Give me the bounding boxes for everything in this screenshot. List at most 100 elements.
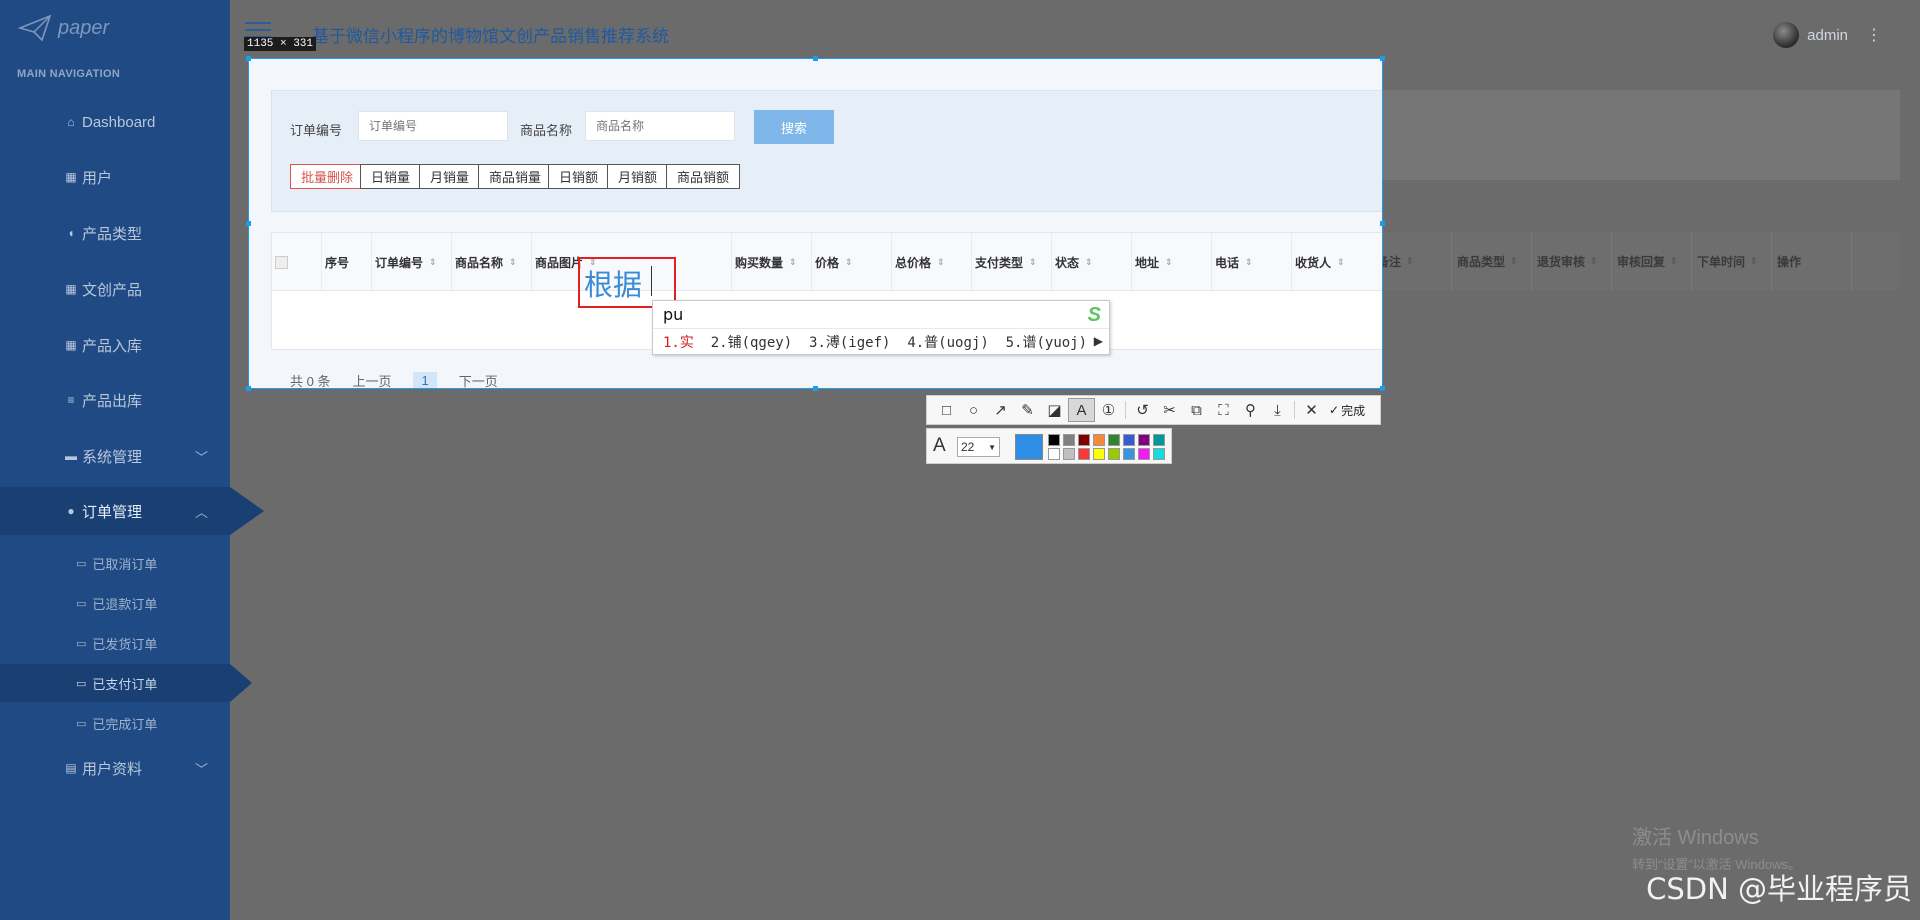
search-button[interactable]: 搜索: [754, 110, 834, 144]
sidebar-item-stock-out[interactable]: ≡ 产品出库: [0, 376, 230, 424]
table-header-cell[interactable]: 总价格 ⇕: [892, 233, 972, 291]
current-color-swatch[interactable]: [1015, 434, 1043, 460]
sidebar-item-product-type[interactable]: ◖ 产品类型: [0, 209, 230, 257]
resize-handle[interactable]: [246, 56, 251, 61]
resize-handle[interactable]: [1380, 56, 1385, 61]
table-header-cell[interactable]: 地址 ⇕: [1132, 233, 1212, 291]
ellipse-icon[interactable]: ○: [960, 398, 987, 422]
pencil-icon[interactable]: ✎: [1014, 398, 1041, 422]
ime-candidate[interactable]: 1.实: [663, 335, 694, 351]
ime-candidate[interactable]: 2.铺(qgey): [711, 335, 792, 351]
table-header-cell[interactable]: 购买数量 ⇕: [732, 233, 812, 291]
color-swatch[interactable]: [1153, 434, 1165, 446]
color-swatch[interactable]: [1123, 434, 1135, 446]
daily-sales-volume-button[interactable]: 日销量: [360, 164, 422, 189]
undo-icon[interactable]: ↺: [1129, 398, 1156, 422]
sidebar-item-label: 产品类型: [82, 225, 143, 243]
table-header-cell[interactable]: 商品名称 ⇕: [452, 233, 532, 291]
sidebar-sub-shipped[interactable]: ▭ 已发货订单: [0, 624, 230, 662]
next-candidates-icon[interactable]: ▶: [1094, 334, 1103, 348]
product-name-input[interactable]: [585, 111, 735, 141]
resize-handle[interactable]: [813, 386, 818, 391]
mosaic-icon[interactable]: ◪: [1041, 398, 1068, 422]
sidebar-item-users[interactable]: ▦ 用户: [0, 153, 230, 201]
pin-icon[interactable]: ⚲: [1237, 398, 1264, 422]
color-swatch[interactable]: [1093, 448, 1105, 460]
avatar: [1773, 22, 1800, 48]
table-header-cell[interactable]: 电话 ⇕: [1212, 233, 1292, 291]
close-icon[interactable]: ✕: [1298, 398, 1325, 422]
sidebar-item-orders[interactable]: ● 订单管理 ︿: [0, 487, 264, 535]
resize-handle[interactable]: [246, 386, 251, 391]
sidebar-item-label: 订单管理: [82, 503, 143, 521]
color-swatch[interactable]: [1078, 448, 1090, 460]
grid-icon: ▦: [65, 282, 77, 296]
folder-icon: ▭: [76, 557, 87, 570]
sidebar-item-stock-in[interactable]: ▦ 产品入库: [0, 321, 230, 369]
resize-handle[interactable]: [813, 56, 818, 61]
sidebar-sub-paid[interactable]: ▭ 已支付订单: [0, 664, 252, 702]
sidebar-sub-refunded[interactable]: ▭ 已退款订单: [0, 584, 230, 622]
arrow-icon[interactable]: ↗: [987, 398, 1014, 422]
ime-candidate-window[interactable]: pu S 1.实 2.铺(qgey) 3.溥(igef) 4.普(uogj) 5…: [652, 300, 1110, 355]
monthly-sales-amount-button[interactable]: 月销额: [607, 164, 669, 189]
download-icon[interactable]: ⤓: [1264, 398, 1291, 422]
product-sales-amount-button[interactable]: 商品销额: [666, 164, 741, 189]
color-swatch[interactable]: [1138, 434, 1150, 446]
sidebar-item-label: 用户: [82, 169, 113, 187]
ime-candidate[interactable]: 5.谱(yuoj): [1006, 335, 1087, 351]
copy-icon[interactable]: ⧉: [1183, 398, 1210, 422]
table-header-cell[interactable]: 价格 ⇕: [812, 233, 892, 291]
table-header: 序号 订单编号 ⇕ 商品名称 ⇕ 商品图片 ⇕ 购买数量 ⇕ 价格 ⇕ 总价格 ⇕ 支付类型…: [272, 233, 1382, 291]
sidebar-item-dashboard[interactable]: ⌂ Dashboard: [0, 98, 230, 146]
color-swatch[interactable]: [1153, 448, 1165, 460]
resize-handle[interactable]: [1380, 221, 1385, 226]
user-menu[interactable]: admin ⋮: [1773, 22, 1882, 48]
color-swatch[interactable]: [1138, 448, 1150, 460]
sidebar-item-user-profile[interactable]: ▤ 用户资料 ﹀: [0, 744, 230, 792]
batch-delete-button[interactable]: 批量删除: [290, 164, 365, 189]
table-header-cell[interactable]: 订单编号 ⇕: [372, 233, 452, 291]
sidebar-item-system[interactable]: ▬ 系统管理 ﹀: [0, 432, 230, 480]
table-header-cell[interactable]: 状态 ⇕: [1052, 233, 1132, 291]
check-icon: ✓: [1329, 403, 1340, 417]
color-swatch[interactable]: [1123, 448, 1135, 460]
logo[interactable]: paper: [18, 14, 109, 42]
ime-candidate[interactable]: 4.普(uogj): [907, 335, 988, 351]
more-vertical-icon[interactable]: ⋮: [1866, 25, 1882, 45]
color-swatch[interactable]: [1078, 434, 1090, 446]
color-swatch[interactable]: [1063, 448, 1075, 460]
fullscreen-icon[interactable]: ⛶: [1210, 398, 1237, 422]
next-page-link[interactable]: 下一页: [459, 371, 498, 388]
table-header-cell: 商品类型 ⇕: [1452, 232, 1532, 290]
sidebar-item-products[interactable]: ▦ 文创产品: [0, 265, 230, 313]
font-size-select[interactable]: 22 ▼: [957, 437, 1000, 457]
resize-handle[interactable]: [246, 221, 251, 226]
bulb-icon: ●: [67, 504, 75, 518]
page-number[interactable]: 1: [413, 372, 437, 388]
color-swatch[interactable]: [1108, 434, 1120, 446]
cut-icon[interactable]: ✂: [1156, 398, 1183, 422]
resize-handle[interactable]: [1380, 386, 1385, 391]
color-swatch[interactable]: [1048, 434, 1060, 446]
order-no-input[interactable]: [358, 111, 508, 141]
text-icon[interactable]: A: [1068, 398, 1095, 422]
number-icon[interactable]: ①: [1095, 398, 1122, 422]
monthly-sales-volume-button[interactable]: 月销量: [419, 164, 481, 189]
product-sales-volume-button[interactable]: 商品销量: [478, 164, 553, 189]
color-swatch[interactable]: [1048, 448, 1060, 460]
table-header-cell[interactable]: 收货人 ⇕: [1292, 233, 1382, 291]
done-button[interactable]: ✓ 完成: [1329, 402, 1365, 419]
color-swatch[interactable]: [1063, 434, 1075, 446]
daily-sales-amount-button[interactable]: 日销额: [548, 164, 610, 189]
ime-candidate[interactable]: 3.溥(igef): [809, 335, 890, 351]
sidebar-sub-completed[interactable]: ▭ 已完成订单: [0, 704, 230, 742]
prev-page-link[interactable]: 上一页: [352, 371, 391, 388]
chevron-down-icon: ﹀: [194, 449, 208, 465]
rectangle-icon[interactable]: □: [933, 398, 960, 422]
table-header-cell[interactable]: 支付类型 ⇕: [972, 233, 1052, 291]
sidebar-sub-cancelled[interactable]: ▭ 已取消订单: [0, 544, 230, 582]
color-swatch[interactable]: [1093, 434, 1105, 446]
grid-icon: ▦: [65, 338, 77, 352]
color-swatch[interactable]: [1108, 448, 1120, 460]
